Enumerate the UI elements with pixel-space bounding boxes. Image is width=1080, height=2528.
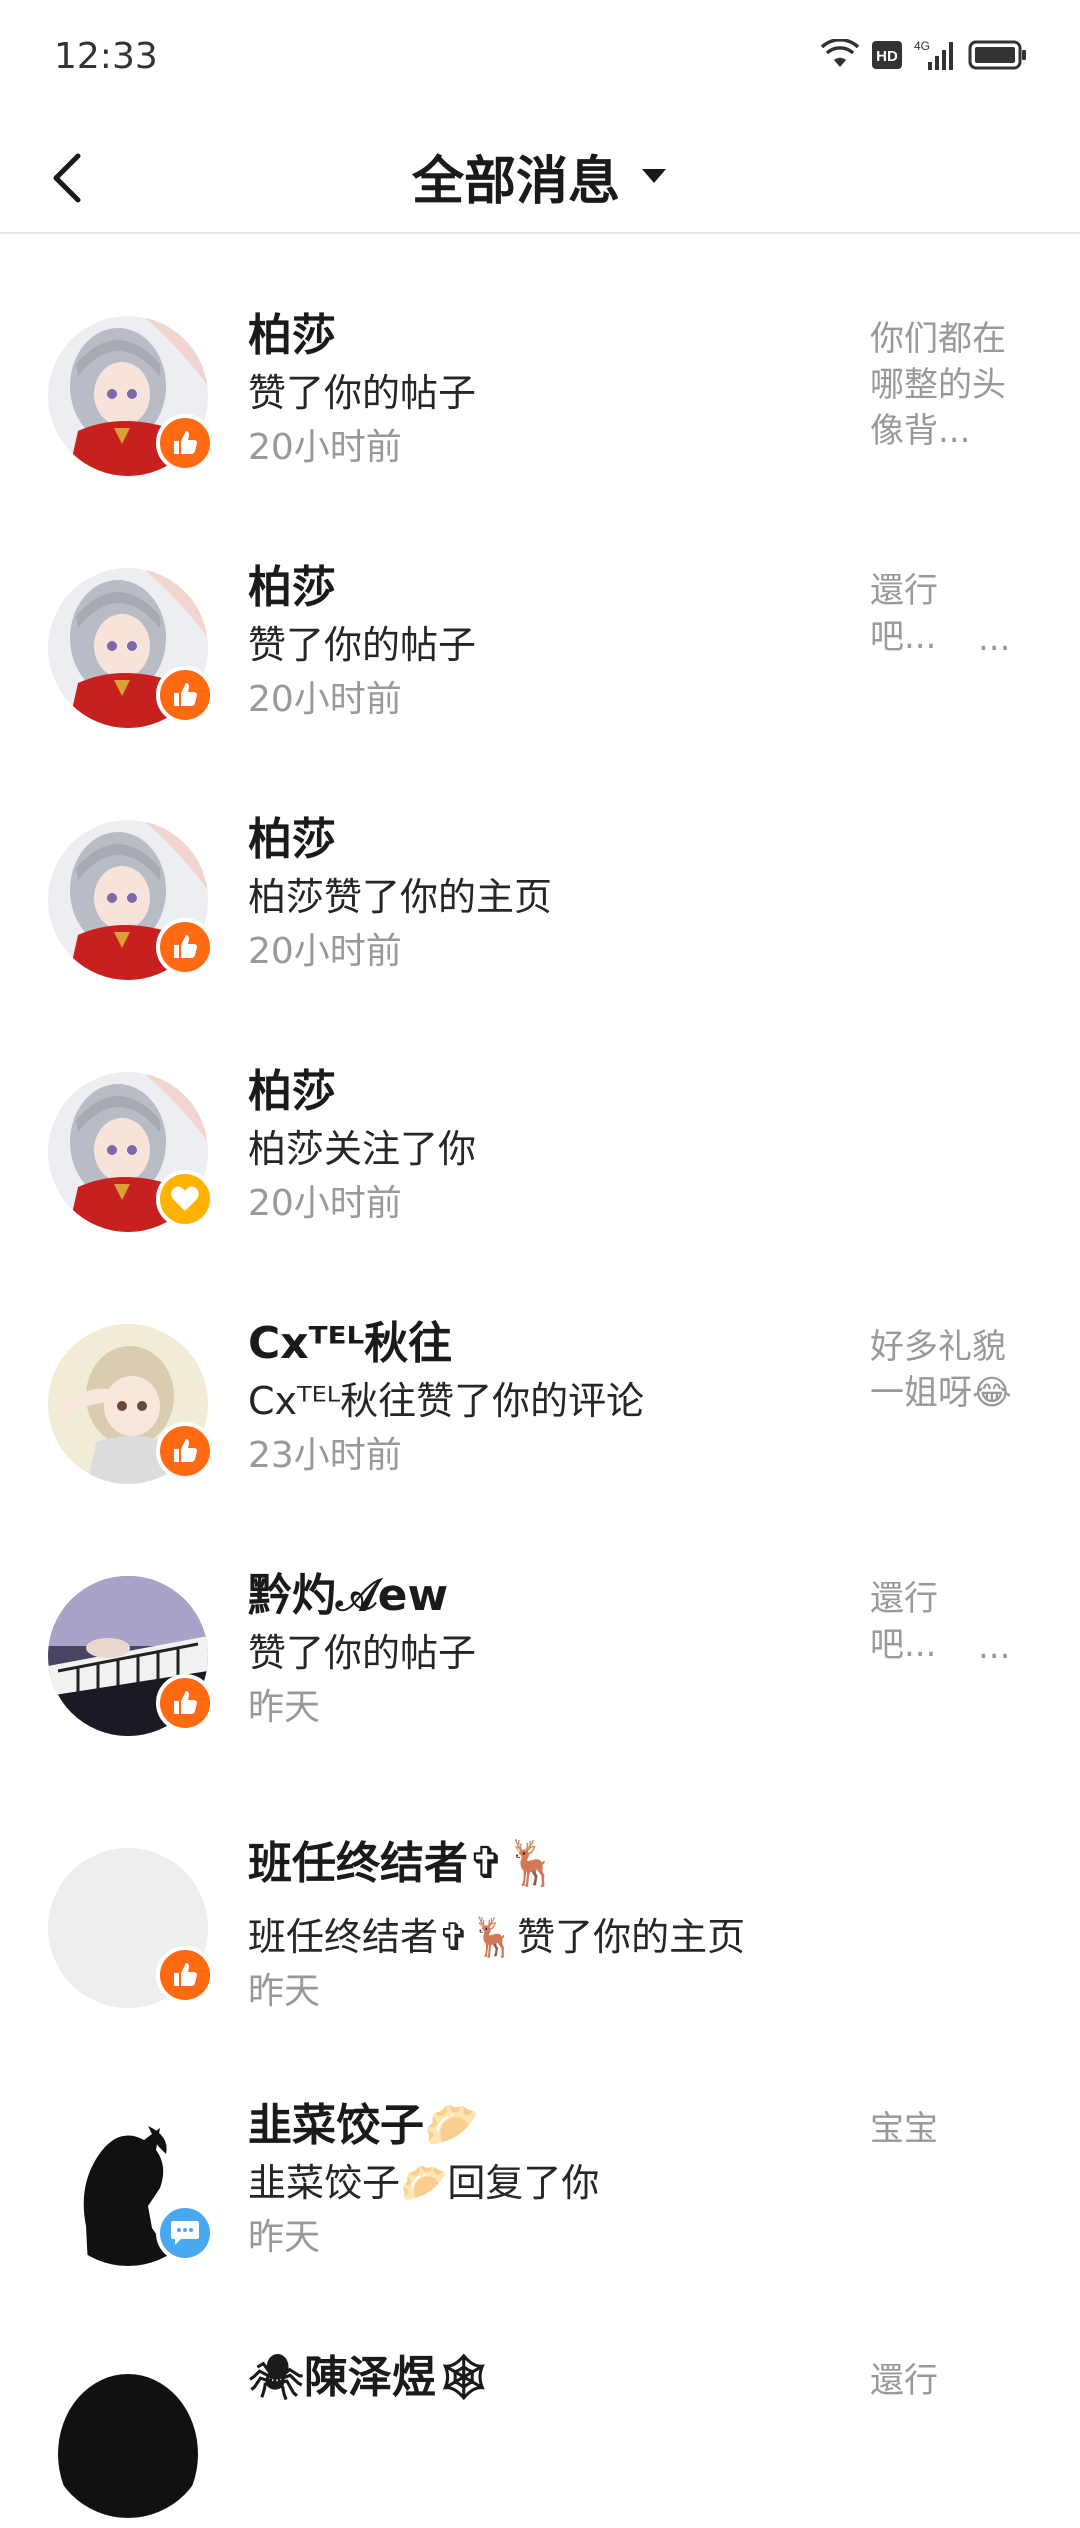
sender-name: 班任终结者✞🦌 [248, 1838, 560, 1889]
message-item[interactable]: 🕷陳泽煜🕸 還行 [0, 2276, 1080, 2528]
message-item[interactable]: 韭菜饺子🥟 韭菜饺子🥟回复了你 昨天 宝宝 [0, 2024, 1080, 2276]
sender-name: 柏莎 [248, 310, 336, 361]
preview-more: ... [978, 1627, 1011, 1667]
battery-icon [968, 40, 1028, 70]
page-title: 全部消息 [411, 151, 620, 212]
content-preview[interactable]: 你们都在 哪整的头 像背... [870, 316, 1030, 454]
sender-name: Cxᵀᴱᴸ秋往 [248, 1318, 453, 1369]
message-action: 柏莎关注了你 [248, 1127, 477, 1171]
preview-line: 還行 [870, 1579, 938, 1619]
sender-name: 柏莎 [248, 1066, 336, 1117]
top-bar: 全部消息 [0, 120, 1080, 234]
cellular-signal-icon: 4G [914, 38, 956, 72]
message-time: 20小时前 [248, 931, 402, 972]
content-preview[interactable]: 還行 吧... ... [870, 568, 1030, 660]
sender-name: 黔灼𝒜ew [248, 1570, 449, 1621]
preview-line: 像背... [870, 411, 971, 451]
message-action: 赞了你的帖子 [248, 1631, 477, 1675]
sender-name: 🕷陳泽煜🕸 [248, 2352, 492, 2403]
status-time: 12:33 [54, 36, 158, 77]
message-time: 昨天 [248, 1687, 321, 1728]
content-preview[interactable]: 宝宝 [870, 2106, 1030, 2152]
message-item[interactable]: Cxᵀᴱᴸ秋往 Cxᵀᴱᴸ秋往赞了你的评论 23小时前 好多礼貌 一姐呀😂 [0, 1242, 1080, 1494]
like-badge-icon [156, 1674, 214, 1732]
content-preview[interactable]: 還行 [870, 2358, 1030, 2404]
wifi-icon [820, 39, 860, 71]
message-time: 昨天 [248, 1971, 321, 2012]
message-item[interactable]: 黔灼𝒜ew 赞了你的帖子 昨天 還行 吧... ... [0, 1494, 1080, 1746]
avatar[interactable] [48, 1848, 214, 2008]
avatar[interactable] [48, 568, 214, 728]
status-icons: HD 4G [820, 38, 1028, 72]
preview-line: 好多礼貌 [870, 1327, 1006, 1367]
like-badge-icon [156, 918, 214, 976]
message-action: 赞了你的帖子 [248, 371, 477, 415]
message-list: 柏莎 赞了你的帖子 20小时前 你们都在 哪整的头 像背... 柏莎 赞了你的帖… [0, 234, 1080, 2528]
svg-text:4G: 4G [914, 39, 930, 53]
heart-badge-icon [156, 1170, 214, 1228]
message-time: 20小时前 [248, 1183, 402, 1224]
back-button[interactable] [48, 138, 128, 218]
svg-text:HD: HD [876, 48, 898, 65]
content-preview[interactable]: 還行 吧... ... [870, 1576, 1030, 1668]
message-item[interactable]: 柏莎 柏莎关注了你 20小时前 [0, 990, 1080, 1242]
content-preview[interactable]: 好多礼貌 一姐呀😂 [870, 1324, 1030, 1416]
avatar[interactable] [48, 820, 214, 980]
avatar[interactable] [48, 316, 214, 476]
message-action: 赞了你的帖子 [248, 623, 477, 667]
message-item[interactable]: 柏莎 赞了你的帖子 20小时前 還行 吧... ... [0, 486, 1080, 738]
message-item[interactable]: 柏莎 柏莎赞了你的主页 20小时前 [0, 738, 1080, 990]
preview-more: ... [978, 619, 1011, 659]
avatar[interactable] [48, 2358, 208, 2518]
caret-down-icon [642, 169, 666, 183]
message-time: 昨天 [248, 2217, 321, 2258]
preview-line: 哪整的头 [870, 365, 1006, 405]
preview-line: 一姐呀😂 [870, 1373, 1012, 1413]
avatar[interactable] [48, 1324, 214, 1484]
preview-line: 你们都在 [870, 319, 1006, 359]
message-action: 韭菜饺子🥟回复了你 [248, 2161, 600, 2205]
message-action: Cxᵀᴱᴸ秋往赞了你的评论 [248, 1379, 645, 1423]
avatar[interactable] [48, 2106, 214, 2266]
avatar[interactable] [48, 1576, 214, 1736]
like-badge-icon [156, 1422, 214, 1480]
sender-name: 韭菜饺子🥟 [248, 2100, 479, 2151]
chevron-left-icon [53, 153, 81, 203]
message-time: 20小时前 [248, 679, 402, 720]
message-item[interactable]: 柏莎 赞了你的帖子 20小时前 你们都在 哪整的头 像背... [0, 234, 1080, 486]
comment-badge-icon [156, 2204, 214, 2262]
hd-icon: HD [872, 41, 902, 69]
status-bar: 12:33 HD 4G [0, 0, 1080, 120]
message-action: 柏莎赞了你的主页 [248, 875, 553, 919]
message-item[interactable]: 班任终结者✞🦌 班任终结者✞🦌赞了你的主页 昨天 [0, 1746, 1080, 2024]
message-action: 班任终结者✞🦌赞了你的主页 [248, 1915, 746, 1959]
message-filter-dropdown[interactable]: 全部消息 [412, 139, 668, 214]
like-badge-icon [156, 414, 214, 472]
message-time: 20小时前 [248, 427, 402, 468]
sender-name: 柏莎 [248, 562, 336, 613]
like-badge-icon [156, 1946, 214, 2004]
preview-line: 還行 [870, 571, 938, 611]
message-time: 23小时前 [248, 1435, 402, 1476]
avatar[interactable] [48, 1072, 214, 1232]
preview-line: 宝宝 [870, 2109, 938, 2149]
preview-line: 還行 [870, 2361, 938, 2401]
like-badge-icon [156, 666, 214, 724]
sender-name: 柏莎 [248, 814, 336, 865]
